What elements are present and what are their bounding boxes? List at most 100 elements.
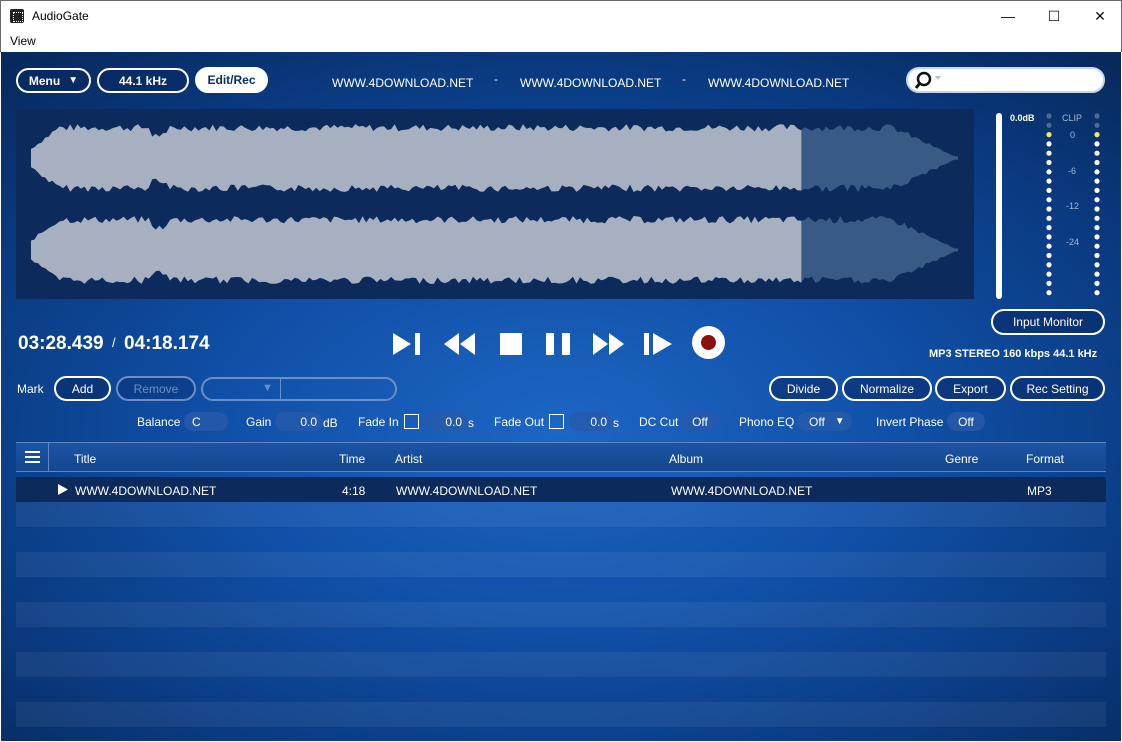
search-icon (914, 71, 941, 89)
input-monitor-button[interactable]: Input Monitor (991, 309, 1105, 335)
playing-icon (58, 484, 68, 495)
title-bar: AudioGate — ☐ ✕ (0, 0, 1122, 31)
header-link-1[interactable]: WWW.4DOWNLOAD.NET (332, 76, 473, 90)
minimize-button[interactable]: — (985, 1, 1031, 31)
row-album: WWW.4DOWNLOAD.NET (671, 484, 813, 498)
meter-dot-right (1094, 187, 1100, 193)
balance-value[interactable]: C (184, 412, 228, 431)
menu-button-label: Menu (28, 73, 61, 88)
chevron-down-icon: ▼ (68, 75, 79, 86)
row-format: MP3 (1027, 484, 1052, 498)
playlist-header: Title Time Artist Album Genre Format (16, 442, 1106, 472)
fade-in-label: Fade In (358, 415, 399, 429)
add-mark-button[interactable]: Add (54, 376, 111, 401)
fade-in-unit: s (468, 416, 474, 430)
play-from-start-icon[interactable] (391, 331, 427, 357)
invert-phase-label: Invert Phase (876, 415, 944, 429)
normalize-button[interactable]: Normalize (842, 376, 932, 401)
meter-dot-right (1094, 122, 1100, 128)
fade-out-checkbox[interactable] (549, 414, 564, 429)
header-link-3[interactable]: WWW.4DOWNLOAD.NET (708, 76, 849, 90)
pause-icon[interactable] (545, 331, 573, 357)
mark-label: Mark (17, 382, 44, 396)
mark-select[interactable]: ▼ (201, 377, 397, 401)
column-format[interactable]: Format (1026, 452, 1064, 466)
column-album[interactable]: Album (669, 452, 703, 466)
waveform-display[interactable] (16, 109, 974, 299)
list-menu-icon[interactable] (16, 443, 49, 471)
meter-dot-right (1094, 280, 1100, 286)
table-row[interactable]: WWW.4DOWNLOAD.NET 4:18 WWW.4DOWNLOAD.NET… (16, 477, 1106, 502)
sample-rate-button[interactable]: 44.1 kHz (97, 68, 189, 93)
meter-dot-left (1046, 225, 1052, 231)
menu-bar: View (0, 31, 1122, 52)
remove-mark-button[interactable]: Remove (116, 376, 196, 401)
meter-dot-right (1094, 234, 1100, 240)
phono-eq-label: Phono EQ (739, 415, 795, 429)
menu-view[interactable]: View (10, 34, 36, 48)
invert-phase-toggle[interactable]: Off (947, 412, 985, 431)
meter-dot-right (1094, 150, 1100, 156)
meter-dot-left (1046, 132, 1052, 138)
column-time[interactable]: Time (339, 452, 365, 466)
meter-dot-left (1046, 159, 1052, 166)
column-artist[interactable]: Artist (395, 452, 422, 466)
empty-row (16, 577, 1106, 602)
meter-dot-left (1046, 280, 1052, 286)
meter-dot-right (1094, 243, 1100, 249)
meter-dot-left (1046, 178, 1052, 184)
meter-dot-left (1046, 169, 1052, 175)
meter-dot-right (1094, 215, 1100, 221)
fade-out-unit: s (613, 416, 619, 430)
fade-in-value[interactable]: 0.0 (424, 412, 468, 431)
divide-button[interactable]: Divide (769, 376, 838, 401)
row-title: WWW.4DOWNLOAD.NET (75, 484, 217, 498)
meter-dot-left (1046, 271, 1052, 277)
column-genre[interactable]: Genre (945, 452, 978, 466)
meter-dot-left (1046, 197, 1052, 203)
empty-row (16, 702, 1106, 727)
gain-value[interactable]: 0.0 (275, 412, 323, 431)
header-separator: - (682, 72, 686, 86)
empty-row (16, 627, 1106, 652)
meter-dot-left (1046, 262, 1052, 268)
meter-dot-left (1046, 122, 1052, 128)
total-duration: 04:18.174 (124, 333, 210, 354)
chevron-down-icon: ▼ (834, 416, 845, 427)
meter-dot-right (1094, 169, 1100, 175)
meter-dot-left (1046, 243, 1052, 249)
stop-icon[interactable] (499, 332, 523, 356)
dc-cut-label: DC Cut (639, 415, 679, 429)
rewind-icon[interactable] (442, 331, 478, 357)
meter-dot-left (1046, 141, 1052, 147)
meter-dot-right (1094, 113, 1100, 119)
fast-forward-icon[interactable] (591, 331, 627, 357)
skip-next-icon[interactable] (642, 331, 678, 357)
window-title: AudioGate (32, 9, 89, 23)
row-artist: WWW.4DOWNLOAD.NET (396, 484, 538, 498)
meter-dot-left (1046, 187, 1052, 193)
export-button[interactable]: Export (935, 376, 1006, 401)
empty-row (16, 602, 1106, 627)
meter-dot-right (1094, 178, 1100, 184)
fade-out-value[interactable]: 0.0 (569, 412, 613, 431)
record-button[interactable] (692, 326, 725, 359)
phono-eq-select[interactable]: Off ▼ (797, 412, 852, 431)
menu-button[interactable]: Menu ▼ (16, 68, 91, 93)
header-separator: - (494, 72, 498, 86)
dc-cut-toggle[interactable]: Off (681, 412, 719, 431)
close-button[interactable]: ✕ (1077, 1, 1122, 31)
fade-in-checkbox[interactable] (404, 414, 419, 429)
meter-dot-right (1094, 159, 1100, 166)
maximize-button[interactable]: ☐ (1031, 1, 1077, 31)
empty-row (16, 527, 1106, 552)
column-title[interactable]: Title (74, 452, 96, 466)
header-link-2[interactable]: WWW.4DOWNLOAD.NET (520, 76, 661, 90)
search-input[interactable] (906, 67, 1105, 93)
edit-rec-button[interactable]: Edit/Rec (195, 67, 268, 93)
time-separator: / (112, 335, 116, 350)
app-icon (10, 9, 24, 23)
rec-setting-button[interactable]: Rec Setting (1010, 376, 1105, 401)
balance-label: Balance (137, 415, 181, 429)
record-icon (701, 335, 716, 350)
